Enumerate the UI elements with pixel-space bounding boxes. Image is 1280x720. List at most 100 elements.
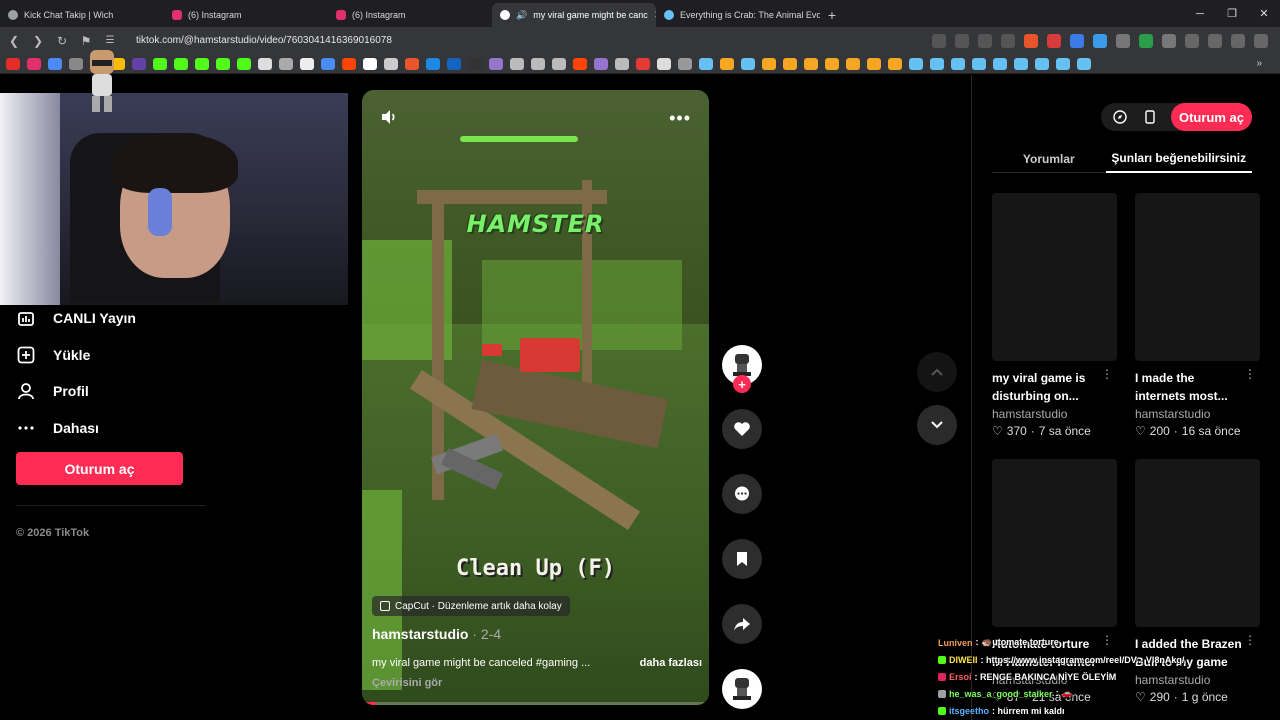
extension-icon[interactable]: [1047, 33, 1061, 48]
url-field[interactable]: tiktok.com/@hamstarstudio/video/76030414…: [136, 35, 924, 46]
steam-icon[interactable]: [741, 57, 755, 70]
bookmark-icon[interactable]: [804, 57, 818, 70]
bookmark-icon[interactable]: [384, 57, 398, 70]
video-thumbnail[interactable]: [1135, 193, 1260, 361]
folder-icon[interactable]: [678, 57, 692, 70]
kick-icon[interactable]: [195, 57, 209, 70]
bookmark-icon[interactable]: [132, 57, 146, 70]
card-options-icon[interactable]: ⋮: [1101, 367, 1113, 381]
bookmark-icon[interactable]: [657, 57, 671, 70]
bookmark-icon[interactable]: [846, 57, 860, 70]
steam-icon[interactable]: [1077, 57, 1091, 70]
brave-shield-icon[interactable]: [1024, 33, 1038, 48]
music-disc-avatar[interactable]: [722, 669, 762, 709]
bookmark-icon[interactable]: [636, 57, 650, 70]
reddit-icon[interactable]: [342, 57, 356, 70]
share-button[interactable]: [722, 604, 762, 644]
steam-icon[interactable]: [993, 57, 1007, 70]
extension-icon[interactable]: [1093, 33, 1107, 48]
steam-icon[interactable]: [930, 57, 944, 70]
bookmark-icon[interactable]: [720, 57, 734, 70]
video-author[interactable]: hamstarstudio · 2-4: [372, 626, 501, 642]
tab-comments[interactable]: Yorumlar: [992, 145, 1106, 173]
bookmark-icon[interactable]: [762, 57, 776, 70]
maximize-icon[interactable]: ❐: [1216, 0, 1248, 27]
right-login-button[interactable]: Oturum aç: [1170, 103, 1252, 131]
mobile-icon[interactable]: [1141, 108, 1159, 126]
comment-button[interactable]: [722, 474, 762, 514]
extension-icon[interactable]: [1116, 33, 1130, 48]
browser-tab-active[interactable]: 🔊my viral game might be canc✕: [492, 3, 656, 27]
kick-icon[interactable]: [216, 57, 230, 70]
close-window-icon[interactable]: ✕: [1248, 0, 1280, 27]
extension-icon[interactable]: [1070, 33, 1084, 48]
video-card[interactable]: ⋮ I made the internets most... hamstarst…: [1135, 193, 1260, 438]
sidebar-icon[interactable]: [1208, 33, 1222, 48]
video-progress-bar[interactable]: [362, 702, 709, 705]
steam-icon[interactable]: [951, 57, 965, 70]
menu-icon[interactable]: [1254, 33, 1268, 48]
previous-video-button[interactable]: [917, 352, 957, 392]
bookmark-icon[interactable]: [321, 57, 335, 70]
login-button[interactable]: Oturum aç: [16, 452, 183, 485]
extension-icon[interactable]: [1162, 33, 1176, 48]
bookmark-icon[interactable]: [405, 57, 419, 70]
steam-icon[interactable]: [909, 57, 923, 70]
kick-icon[interactable]: [237, 57, 251, 70]
extension-icon[interactable]: [932, 33, 946, 48]
reload-icon[interactable]: ↻: [54, 33, 70, 49]
steam-icon[interactable]: [972, 57, 986, 70]
bookmark-icon[interactable]: [594, 57, 608, 70]
video-player[interactable]: ••• HAMSTER Clean Up (F) CapCut · Düzenl…: [362, 90, 709, 705]
bookmark-icon[interactable]: [48, 57, 62, 70]
bookmark-icon[interactable]: [468, 57, 482, 70]
zoom-icon[interactable]: [955, 33, 969, 48]
bookmark-icon[interactable]: [867, 57, 881, 70]
instagram-icon[interactable]: [27, 57, 41, 70]
video-thumbnail[interactable]: [1135, 459, 1260, 627]
bookmark-icon[interactable]: [825, 57, 839, 70]
music-icon[interactable]: [1231, 33, 1245, 48]
sidebar-item-upload[interactable]: Yükle: [16, 337, 216, 374]
sidebar-item-more[interactable]: Dahası: [16, 410, 216, 447]
puzzle-icon[interactable]: [1185, 33, 1199, 48]
bookmark-icon[interactable]: [783, 57, 797, 70]
capcut-badge[interactable]: CapCut · Düzenleme artık daha kolay: [372, 596, 570, 616]
browser-tab[interactable]: (6) Instagram: [164, 3, 328, 27]
video-thumbnail[interactable]: [992, 193, 1117, 361]
bookmark-icon[interactable]: [531, 57, 545, 70]
steam-icon[interactable]: [1014, 57, 1028, 70]
browser-tab[interactable]: Kick Chat Takip | Wich: [0, 3, 164, 27]
bookmarks-overflow-icon[interactable]: »: [1256, 58, 1262, 69]
kick-icon[interactable]: [153, 57, 167, 70]
bookmark-icon[interactable]: [447, 57, 461, 70]
video-card[interactable]: ⋮ my viral game is disturbing on... hams…: [992, 193, 1117, 438]
extension-icon[interactable]: [1139, 33, 1153, 48]
bookmark-icon[interactable]: [489, 57, 503, 70]
bookmark-icon[interactable]: [426, 57, 440, 70]
bookmark-icon[interactable]: [69, 57, 83, 70]
sidebar-item-live[interactable]: CANLI Yayın: [16, 300, 216, 337]
bookmark-icon[interactable]: [279, 57, 293, 70]
video-options-icon[interactable]: •••: [669, 108, 691, 129]
card-options-icon[interactable]: ⋮: [1244, 367, 1256, 381]
new-tab-button[interactable]: +: [820, 3, 844, 27]
browser-tab[interactable]: (6) Instagram: [328, 3, 492, 27]
like-button[interactable]: [722, 409, 762, 449]
reddit-icon[interactable]: [573, 57, 587, 70]
steam-icon[interactable]: [1035, 57, 1049, 70]
bookmark-icon[interactable]: [615, 57, 629, 70]
translate-link[interactable]: Çevirisini gör: [372, 677, 442, 689]
next-video-button[interactable]: [917, 405, 957, 445]
caption-more-link[interactable]: daha fazlası: [640, 657, 702, 669]
volume-icon[interactable]: [380, 108, 398, 131]
video-thumbnail[interactable]: [992, 459, 1117, 627]
tab-you-may-like[interactable]: Şunları beğenebilirsiniz: [1105, 145, 1252, 173]
youtube-icon[interactable]: [6, 57, 20, 70]
sidebar-item-profile[interactable]: Profil: [16, 373, 216, 410]
kick-icon[interactable]: [174, 57, 188, 70]
bookmark-icon[interactable]: [363, 57, 377, 70]
browser-tab[interactable]: Everything is Crab: The Animal Evolu: [656, 3, 820, 27]
bookmark-icon[interactable]: [888, 57, 902, 70]
share-icon[interactable]: [1001, 33, 1015, 48]
